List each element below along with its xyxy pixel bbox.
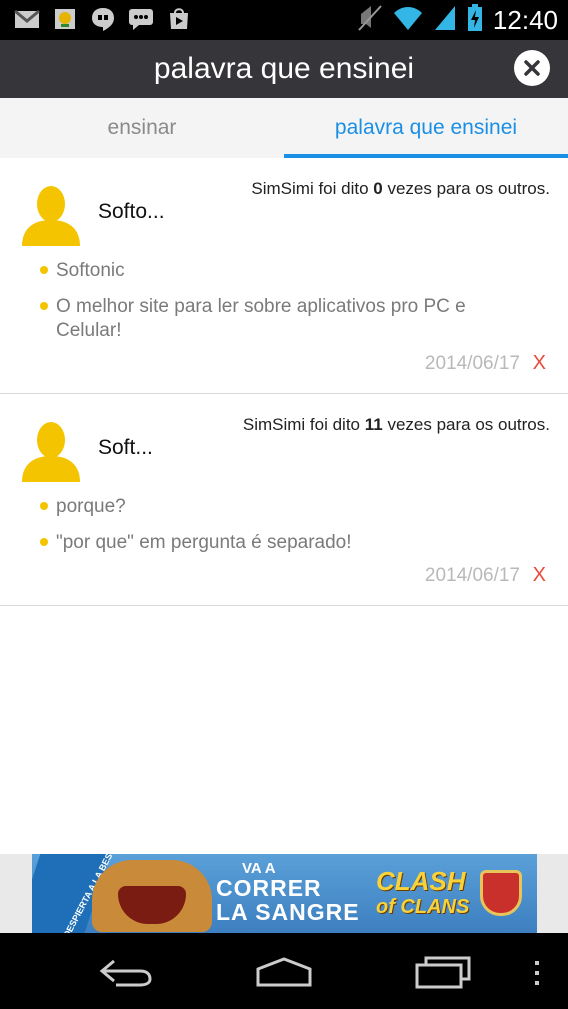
bullet-icon (40, 538, 48, 546)
chat-icon (128, 7, 154, 31)
navigation-bar (0, 933, 568, 1009)
status-bar: 12:40 (0, 0, 568, 40)
delete-button[interactable]: X (533, 564, 546, 587)
title-bar: palavra que ensinei (0, 40, 568, 98)
entry-date: 2014/06/17 (424, 565, 520, 586)
tab-bar: ensinar palavra que ensinei (0, 98, 568, 158)
said-count: 0 (373, 179, 383, 198)
entry-name: Soft... (98, 436, 153, 459)
avatar-icon (22, 186, 80, 246)
overflow-menu-icon[interactable] (532, 959, 542, 987)
said-count-text: SimSimi foi dito 0 vezes para os outros. (251, 179, 550, 198)
home-icon[interactable] (254, 955, 314, 989)
ad-shield-icon (480, 870, 522, 916)
taught-word: Softonic (56, 260, 125, 281)
close-icon (524, 60, 540, 76)
back-icon[interactable] (96, 955, 156, 989)
battery-icon (467, 4, 483, 37)
wifi-icon (393, 5, 423, 36)
bullet-icon (40, 502, 48, 510)
entry-date: 2014/06/17 (424, 353, 520, 374)
entry-name: Softo... (98, 200, 165, 223)
said-count: 11 (364, 415, 383, 434)
close-button[interactable] (514, 50, 550, 86)
gmail-icon (14, 7, 40, 31)
tab-palavra-que-ensinei[interactable]: palavra que ensinei (284, 98, 568, 158)
ad-banner[interactable]: ¡DESPIERTA A LA BESTIA! VA A CORRER LA SA… (32, 854, 537, 933)
mute-icon (357, 4, 383, 37)
said-count-text: SimSimi foi dito 11 vezes para os outros… (242, 415, 550, 434)
recent-apps-icon[interactable] (414, 955, 472, 989)
page-title: palavra que ensinei (153, 52, 415, 85)
hangouts-icon (90, 7, 116, 31)
bullet-icon (40, 302, 48, 310)
bullet-icon (40, 266, 48, 274)
delete-button[interactable]: X (533, 352, 546, 375)
taught-response: "por que" em pergunta é separado! (56, 532, 352, 553)
world-cup-icon (52, 7, 78, 31)
taught-response: O melhor site para ler sobre aplicativos… (56, 296, 466, 341)
list-item: Softo... SimSimi foi dito 0 vezes para o… (0, 158, 568, 394)
clock: 12:40 (492, 5, 558, 35)
play-store-icon (166, 7, 192, 31)
ad-barbarian-image (92, 860, 212, 932)
tab-ensinar[interactable]: ensinar (0, 98, 284, 158)
avatar-icon (22, 422, 80, 482)
taught-word: porque? (56, 496, 126, 517)
ad-logo: CLASH of CLANS (376, 866, 470, 918)
ad-text-main: CORRER LA SANGRE (216, 875, 360, 925)
ad-banner-container: ¡DESPIERTA A LA BESTIA! VA A CORRER LA SA… (0, 854, 568, 933)
signal-icon (433, 4, 457, 37)
list-item: Soft... SimSimi foi dito 11 vezes para o… (0, 394, 568, 606)
